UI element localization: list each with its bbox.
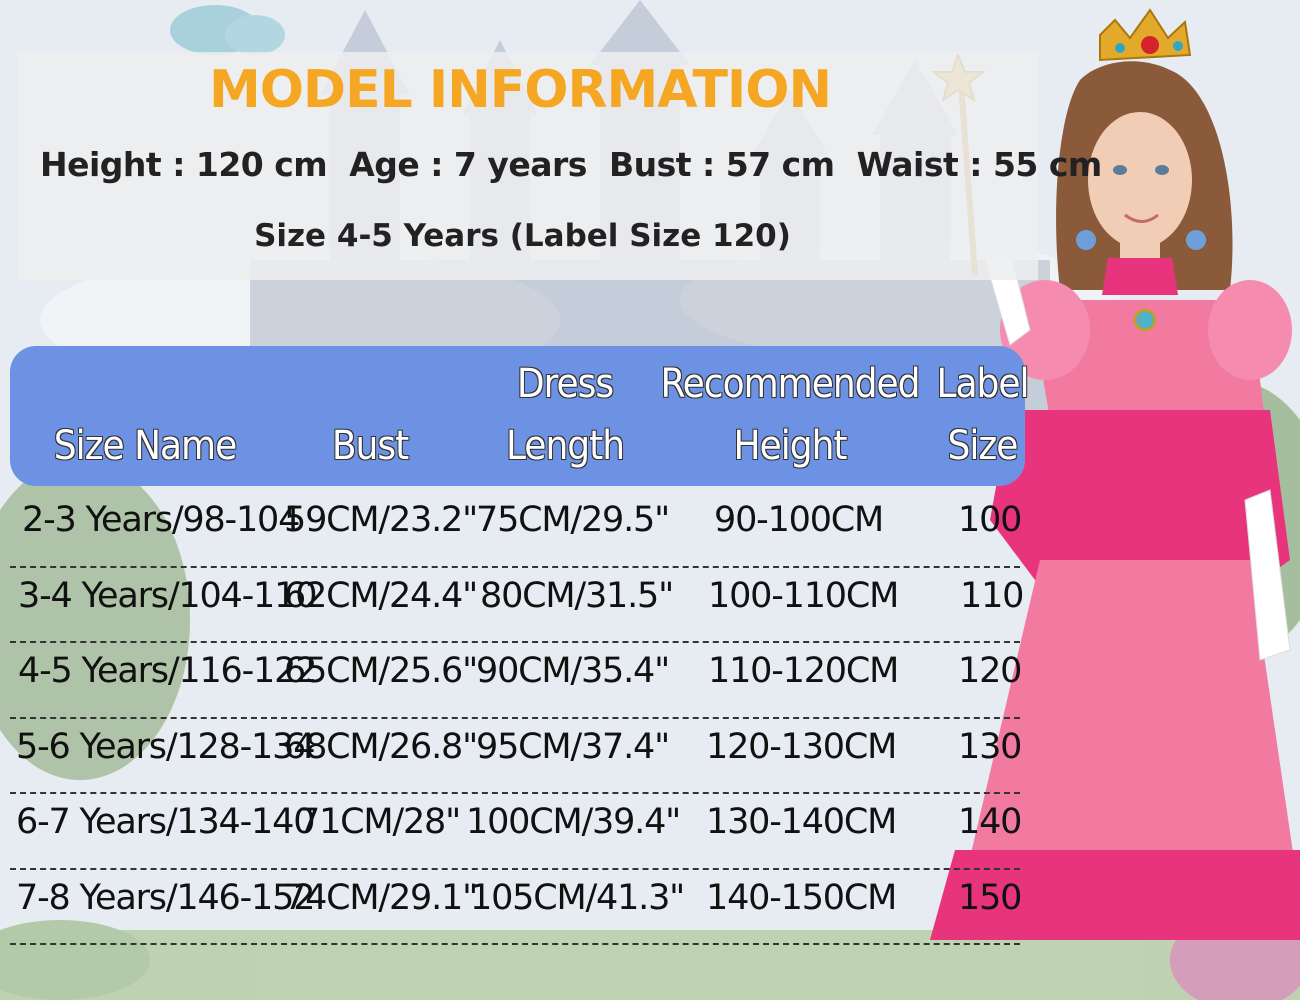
cell-bust: 62CM/24.4" <box>284 575 478 616</box>
model-waist: Waist : 55 cm <box>856 145 1103 184</box>
cell-bust: 68CM/26.8" <box>284 726 478 767</box>
cell-label: 150 <box>958 877 1022 918</box>
table-row: 6-7 Years/134-140 71CM/28" 100CM/39.4" 1… <box>10 794 1022 870</box>
cell-size: 5-6 Years/128-134 <box>16 726 315 767</box>
cell-height: 90-100CM <box>714 500 884 540</box>
model-bust: Bust : 57 cm <box>608 145 835 184</box>
table-row: 5-6 Years/128-134 68CM/26.8" 95CM/37.4" … <box>10 719 1022 794</box>
cell-height: 130-140CM <box>706 802 897 842</box>
header-dress-line2: Length <box>505 423 625 469</box>
cell-size: 7-8 Years/146-152 <box>16 877 315 918</box>
cell-label: 140 <box>958 802 1022 842</box>
cell-length: 105CM/41.3" <box>470 877 685 918</box>
cell-bust: 74CM/29.1" <box>284 877 478 918</box>
table-row: 2-3 Years/98-104 59CM/23.2" 75CM/29.5" 9… <box>10 492 1022 568</box>
header-label-line2: Size <box>947 423 1019 469</box>
model-info-title: MODEL INFORMATION <box>208 60 832 120</box>
header-size-name: Size Name <box>53 423 237 469</box>
cell-bust: 71CM/28" <box>298 802 461 842</box>
cell-bust: 59CM/23.2" <box>284 500 478 540</box>
cell-height: 140-150CM <box>706 877 897 918</box>
header-height-line2: Height <box>733 423 848 469</box>
header-dress-line1: Dress <box>516 361 614 407</box>
header-label-line1: Label <box>936 361 1029 407</box>
model-height: Height : 120 cm <box>40 145 328 184</box>
size-table-body: 2-3 Years/98-104 59CM/23.2" 75CM/29.5" 9… <box>0 492 1030 945</box>
model-size-worn: Size 4-5 Years (Label Size 120) <box>254 218 791 254</box>
cell-height: 110-120CM <box>708 651 899 691</box>
size-table-header: Size Name Bust Dress Length Recommended … <box>10 346 1030 486</box>
model-age: Age : 7 years <box>349 145 587 184</box>
table-row: 4-5 Years/116-122 65CM/25.6" 90CM/35.4" … <box>10 643 1022 719</box>
cell-label: 130 <box>958 726 1022 767</box>
cell-bust: 65CM/25.6" <box>284 651 478 691</box>
header-bust: Bust <box>331 423 409 469</box>
cell-size: 4-5 Years/116-122 <box>18 651 317 691</box>
header-height-line1: Recommended <box>660 361 920 407</box>
cell-length: 95CM/37.4" <box>476 726 670 767</box>
cell-size: 6-7 Years/134-140 <box>16 802 315 842</box>
cell-height: 100-110CM <box>708 575 899 616</box>
cell-length: 75CM/29.5" <box>476 500 670 540</box>
cell-height: 120-130CM <box>706 726 897 767</box>
cell-size: 2-3 Years/98-104 <box>22 500 300 540</box>
cell-size: 3-4 Years/104-110 <box>18 575 317 616</box>
cell-length: 80CM/31.5" <box>480 575 674 616</box>
cell-label: 120 <box>958 651 1022 691</box>
model-measurements: Height : 120 cm Age : 7 years Bust : 57 cm… <box>40 145 1124 184</box>
cell-length: 90CM/35.4" <box>476 651 670 691</box>
table-row: 3-4 Years/104-110 62CM/24.4" 80CM/31.5" … <box>10 568 1024 643</box>
table-row: 7-8 Years/146-152 74CM/29.1" 105CM/41.3"… <box>10 870 1022 945</box>
cell-label: 110 <box>960 575 1024 616</box>
cell-length: 100CM/39.4" <box>466 802 681 842</box>
cell-label: 100 <box>958 500 1022 540</box>
